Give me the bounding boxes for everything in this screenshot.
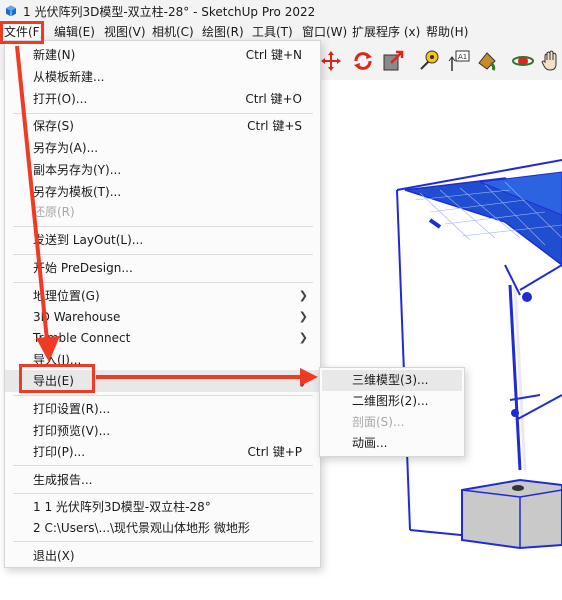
- menu-edit[interactable]: 编辑(E): [50, 22, 100, 42]
- move-tool-icon[interactable]: [318, 48, 344, 74]
- menu-item-save-as[interactable]: 另存为(A)...: [5, 137, 320, 159]
- menu-bar: 文件(F) 编辑(E) 视图(V) 相机(C) 绘图(R) 工具(T) 窗口(W…: [0, 22, 562, 42]
- menu-item-new-from-template[interactable]: 从模板新建...: [5, 66, 320, 88]
- menu-separator: [13, 541, 313, 542]
- submenu-arrow-icon: ❯: [298, 374, 308, 387]
- menu-camera[interactable]: 相机(C): [148, 22, 198, 42]
- pan-hand-icon[interactable]: [538, 48, 562, 74]
- menu-item-trimble-connect[interactable]: Trimble Connect ❯: [5, 327, 320, 349]
- menu-item-send-to-layout[interactable]: 发送到 LayOut(L)...: [5, 229, 320, 251]
- submenu-arrow-icon: ❯: [298, 310, 308, 323]
- menu-separator: [13, 493, 313, 494]
- menu-item-geo-location[interactable]: 地理位置(G) ❯: [5, 285, 320, 307]
- export-section: 剖面(S)...: [352, 415, 405, 429]
- menu-item-new[interactable]: 新建(N) Ctrl 键+N: [5, 44, 320, 66]
- export-3d-model[interactable]: 三维模型(3)...: [322, 370, 462, 391]
- title-bar: 1 光伏阵列3D模型-双立柱-28° - SketchUp Pro 2022: [0, 0, 562, 22]
- menu-extensions[interactable]: 扩展程序 (x): [348, 22, 422, 42]
- menu-separator: [13, 282, 313, 283]
- orbit-tool-icon[interactable]: [510, 48, 536, 74]
- window-title: 1 光伏阵列3D模型-双立柱-28° - SketchUp Pro 2022: [23, 4, 316, 19]
- menu-item-print-setup[interactable]: 打印设置(R)...: [5, 398, 320, 420]
- menu-view[interactable]: 视图(V): [100, 22, 148, 42]
- rotate-tool-icon[interactable]: [350, 48, 376, 74]
- menu-separator: [13, 465, 313, 466]
- submenu-arrow-icon: ❯: [298, 331, 308, 344]
- svg-text:A1: A1: [458, 53, 467, 61]
- file-menu-dropdown: 新建(N) Ctrl 键+N 从模板新建... 打开(O)... Ctrl 键+O …: [4, 40, 321, 568]
- submenu-arrow-icon: ❯: [298, 289, 308, 302]
- file-menu-highlight-box: [0, 21, 44, 44]
- menu-draw[interactable]: 绘图(R): [198, 22, 248, 42]
- menu-separator: [13, 254, 313, 255]
- menu-item-revert: 还原(R): [33, 205, 75, 219]
- menu-item-predesign[interactable]: 开始 PreDesign...: [5, 257, 320, 279]
- menu-separator: [13, 395, 313, 396]
- recent-file-2[interactable]: 2 C:\Users\...\现代景观山体地形 微地形: [5, 517, 320, 539]
- menu-tools[interactable]: 工具(T): [248, 22, 298, 42]
- menu-item-save-as-template[interactable]: 另存为模板(T)...: [5, 181, 320, 203]
- menu-item-save[interactable]: 保存(S) Ctrl 键+S: [5, 115, 320, 137]
- paint-bucket-icon[interactable]: [474, 48, 500, 74]
- tape-measure-icon[interactable]: [416, 48, 442, 74]
- menu-separator: [13, 226, 313, 227]
- menu-item-print-preview[interactable]: 打印预览(V)...: [5, 420, 320, 442]
- menu-item-3d-warehouse[interactable]: 3D Warehouse ❯: [5, 306, 320, 328]
- export-submenu: 三维模型(3)... 二维图形(2)... 剖面(S)... 动画...: [319, 367, 465, 457]
- export-highlight-box: [19, 364, 95, 393]
- recent-file-1[interactable]: 1 1 光伏阵列3D模型-双立柱-28°: [5, 496, 320, 518]
- export-2d-graphic[interactable]: 二维图形(2)...: [322, 391, 462, 412]
- menu-separator: [13, 113, 313, 114]
- dimension-text-icon[interactable]: A1: [446, 48, 472, 74]
- menu-help[interactable]: 帮助(H): [422, 22, 482, 42]
- menu-item-save-copy-as[interactable]: 副本另存为(Y)...: [5, 159, 320, 181]
- sketchup-app-icon: [6, 5, 16, 17]
- menu-window[interactable]: 窗口(W): [298, 22, 348, 42]
- export-animation[interactable]: 动画...: [322, 433, 462, 454]
- menu-item-exit[interactable]: 退出(X): [5, 545, 320, 567]
- menu-item-print[interactable]: 打印(P)... Ctrl 键+P: [5, 441, 320, 463]
- scale-tool-icon[interactable]: [380, 48, 406, 74]
- menu-item-generate-report[interactable]: 生成报告...: [5, 469, 320, 491]
- menu-item-open[interactable]: 打开(O)... Ctrl 键+O: [5, 88, 320, 110]
